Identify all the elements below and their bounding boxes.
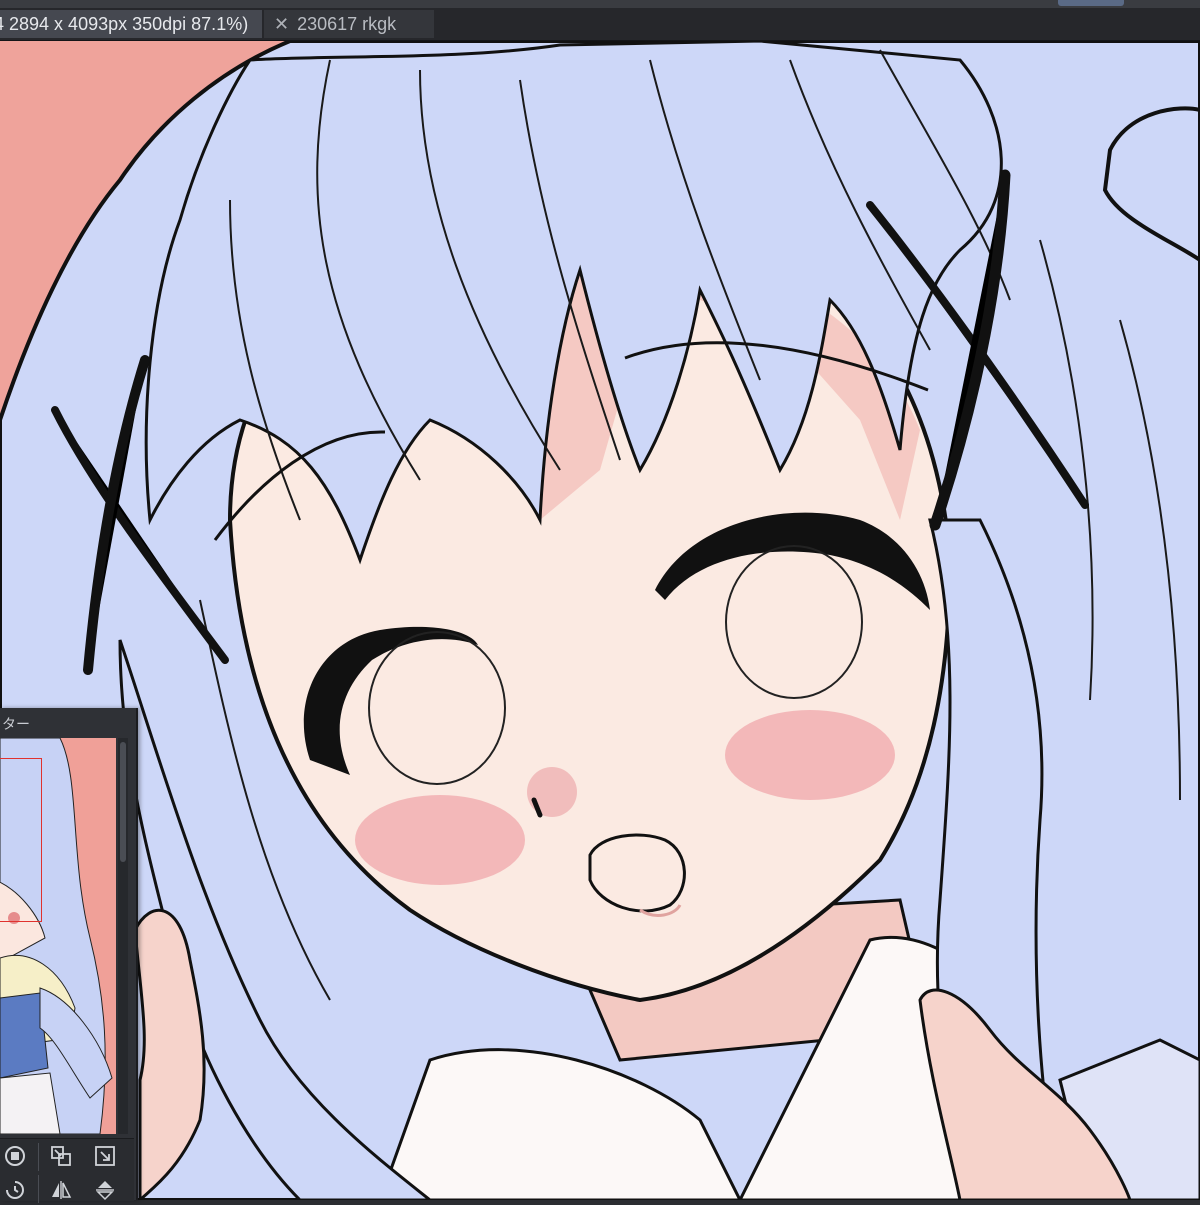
- shrink-view-icon[interactable]: [46, 1141, 76, 1171]
- tab-230617-rkgk[interactable]: ✕ 230617 rkgk: [264, 10, 434, 38]
- fit-view-icon[interactable]: [0, 1141, 30, 1171]
- document-tab-bar: 4 2894 x 4093px 350dpi 87.1%) ✕ 230617 r…: [0, 8, 1200, 41]
- navigator-title: ター: [2, 716, 30, 732]
- flip-vertical-icon[interactable]: [90, 1175, 120, 1205]
- navigator-scroll-thumb[interactable]: [120, 742, 126, 862]
- blush-right: [725, 710, 895, 800]
- tab-230617-label: 230617 rkgk: [297, 13, 397, 34]
- nose-highlight: [527, 767, 577, 817]
- flip-horizontal-icon[interactable]: [46, 1175, 76, 1205]
- menu-highlight[interactable]: [1058, 0, 1124, 6]
- close-icon[interactable]: ✕: [274, 14, 289, 35]
- blush-left: [355, 795, 525, 885]
- rotate-view-icon[interactable]: [0, 1175, 30, 1205]
- drawing-canvas[interactable]: [0, 41, 1200, 1200]
- navigator-viewport-frame[interactable]: [0, 758, 42, 922]
- artwork: [0, 41, 1200, 1200]
- tab-current-label: 4 2894 x 4093px 350dpi 87.1%): [0, 13, 249, 34]
- navigator-panel: ター: [0, 708, 138, 1203]
- navigator-scrollbar[interactable]: [118, 738, 128, 1134]
- navigator-preview[interactable]: [0, 738, 116, 1134]
- navigator-toolbar: [0, 1138, 134, 1203]
- tab-current-document[interactable]: 4 2894 x 4093px 350dpi 87.1%): [0, 10, 262, 38]
- mouth: [588, 833, 686, 913]
- expand-view-icon[interactable]: [90, 1141, 120, 1171]
